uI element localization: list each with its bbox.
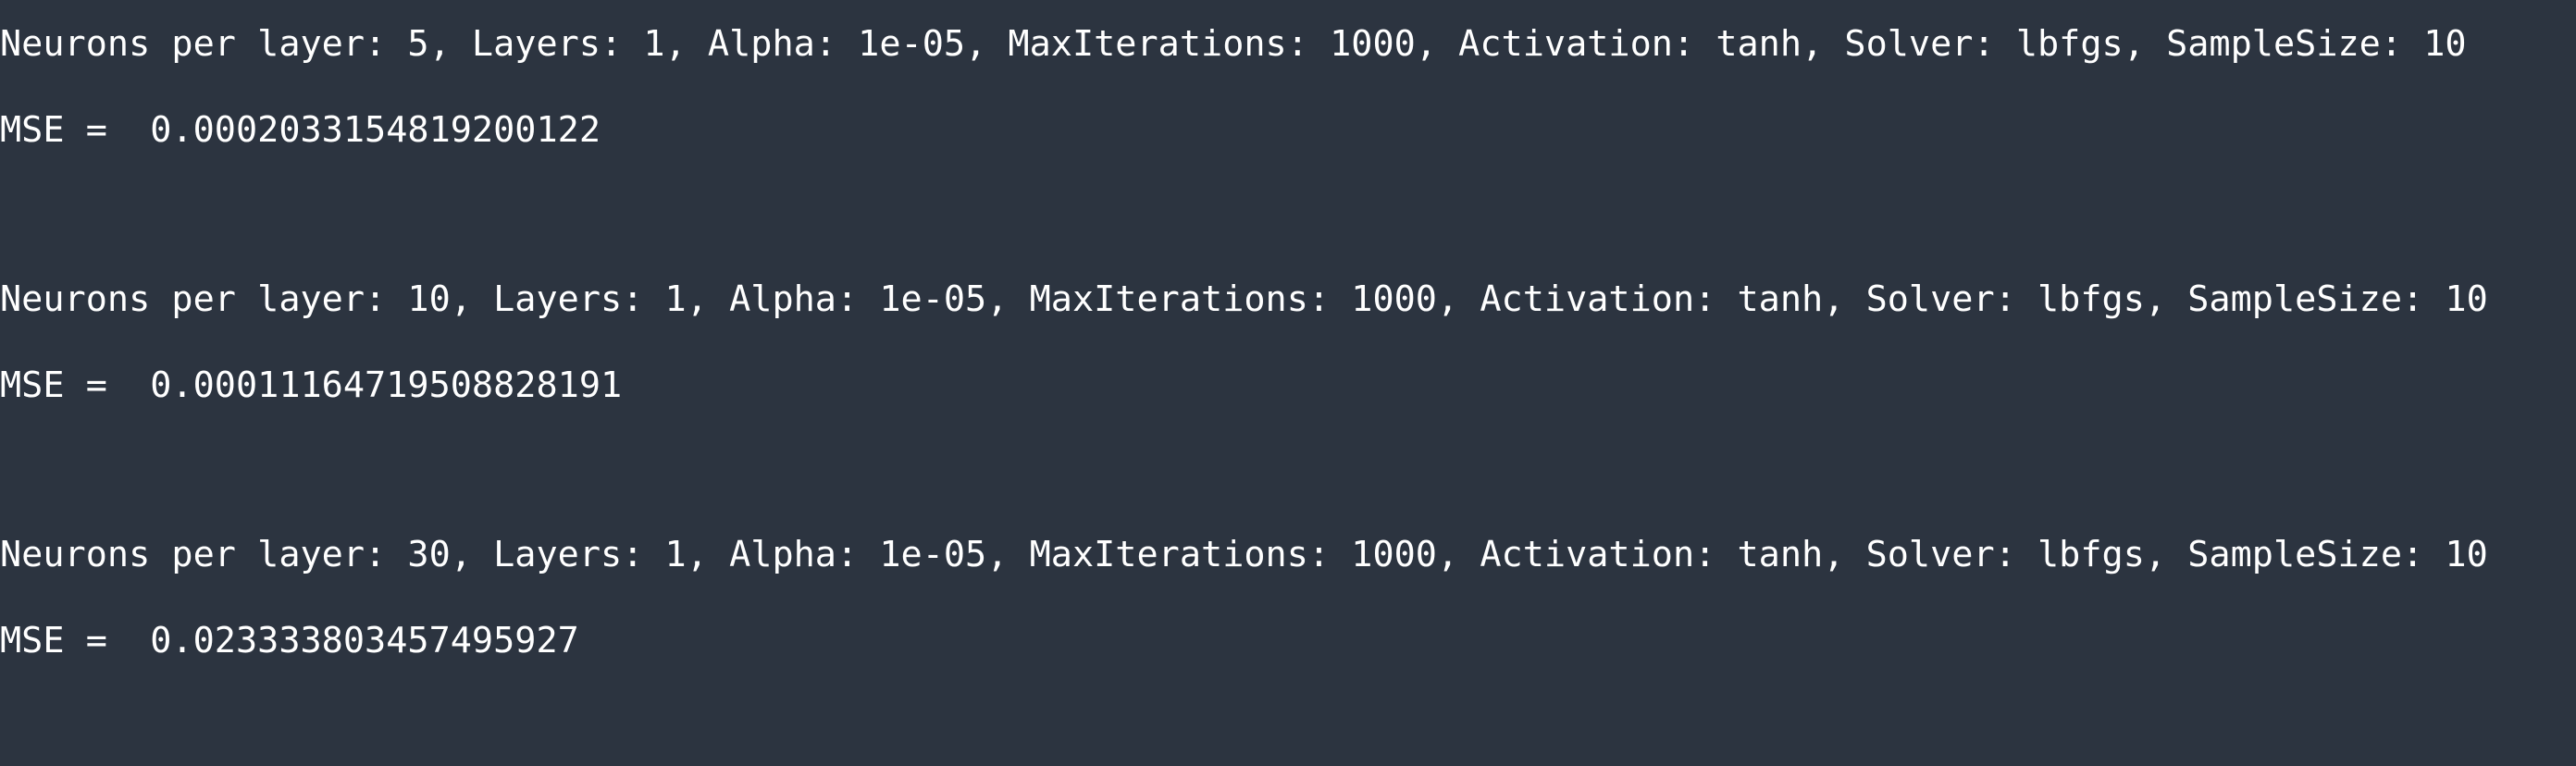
run-3-mse-line: MSE = 0.023333803457495927 [0, 620, 579, 661]
run-2-mse-line: MSE = 0.00011164719508828191 [0, 364, 623, 406]
run-2-params-line: Neurons per layer: 10, Layers: 1, Alpha:… [0, 278, 2488, 320]
run-1-params-line: Neurons per layer: 5, Layers: 1, Alpha: … [0, 23, 2467, 65]
run-3-params-line: Neurons per layer: 30, Layers: 1, Alpha:… [0, 534, 2488, 575]
output-panel: Neurons per layer: 5, Layers: 1, Alpha: … [0, 0, 2576, 766]
run-1-mse-line: MSE = 0.0002033154819200122 [0, 109, 601, 151]
